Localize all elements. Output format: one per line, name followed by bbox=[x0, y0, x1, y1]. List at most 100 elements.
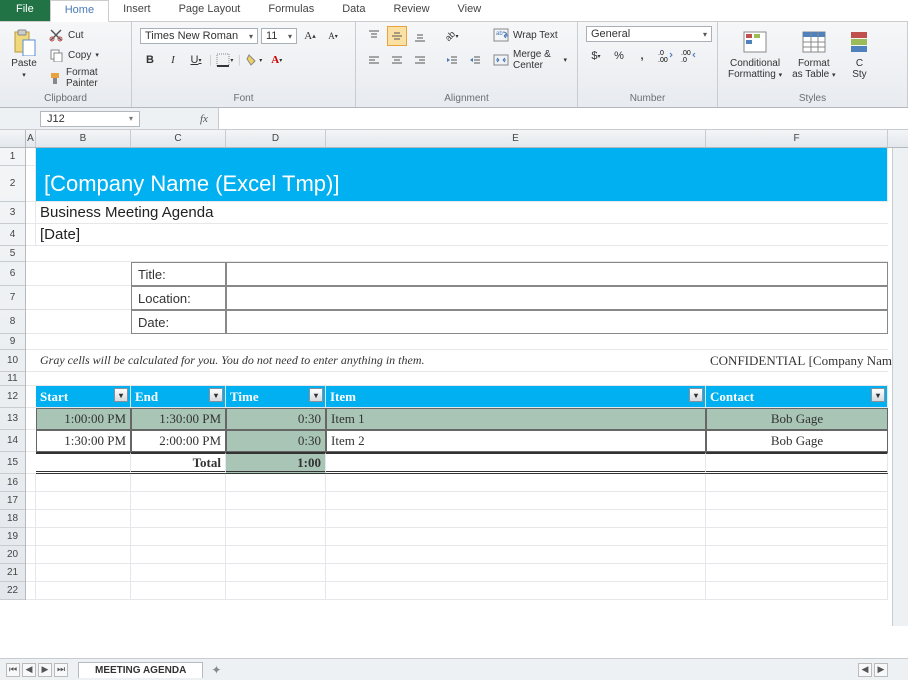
row-header-6[interactable]: 6 bbox=[0, 262, 25, 286]
cell-time-1[interactable]: 0:30 bbox=[226, 430, 326, 452]
bold-button[interactable]: B bbox=[140, 50, 160, 70]
table-header-end[interactable]: End▾ bbox=[131, 386, 226, 408]
increase-font-button[interactable]: A▴ bbox=[300, 26, 320, 46]
row-header-11[interactable]: 11 bbox=[0, 372, 25, 386]
location-label[interactable]: Location: bbox=[131, 286, 226, 310]
copy-button[interactable]: Copy ▾ bbox=[46, 46, 123, 64]
tab-review[interactable]: Review bbox=[379, 0, 443, 21]
align-left-button[interactable] bbox=[364, 50, 384, 70]
cell-styles-button[interactable]: CSty bbox=[843, 26, 875, 82]
horizontal-scrollbar[interactable]: ◀▶ bbox=[858, 663, 888, 677]
tab-page-layout[interactable]: Page Layout bbox=[165, 0, 255, 21]
row-header-9[interactable]: 9 bbox=[0, 334, 25, 350]
company-banner[interactable]: [Company Name (Excel Tmp)] bbox=[36, 166, 888, 202]
table-header-start[interactable]: Start▾ bbox=[36, 386, 131, 408]
decrease-decimal-button[interactable]: .00.0 bbox=[678, 46, 698, 66]
sheet-next-button[interactable]: ▶ bbox=[38, 663, 52, 677]
filter-button-time[interactable]: ▾ bbox=[309, 388, 323, 402]
cell-start-0[interactable]: 1:00:00 PM bbox=[36, 408, 131, 430]
sheet-tab-meeting-agenda[interactable]: MEETING AGENDA bbox=[78, 662, 203, 678]
decrease-font-button[interactable]: A▾ bbox=[323, 26, 343, 46]
row-header-20[interactable]: 20 bbox=[0, 546, 25, 564]
sheet-first-button[interactable]: ⏮ bbox=[6, 663, 20, 677]
number-format-dropdown[interactable]: General▾ bbox=[586, 26, 712, 42]
subtitle[interactable]: Business Meeting Agenda bbox=[36, 202, 888, 224]
spreadsheet-grid[interactable]: ABCDEF 123456789101112131415161718192021… bbox=[0, 130, 908, 648]
row-header-7[interactable]: 7 bbox=[0, 286, 25, 310]
sheet-prev-button[interactable]: ◀ bbox=[22, 663, 36, 677]
table-header-contact[interactable]: Contact▾ bbox=[706, 386, 888, 408]
cut-button[interactable]: Cut bbox=[46, 26, 123, 44]
sheet-last-button[interactable]: ⏭ bbox=[54, 663, 68, 677]
total-time[interactable]: 1:00 bbox=[226, 452, 326, 474]
row-header-17[interactable]: 17 bbox=[0, 492, 25, 510]
row-header-13[interactable]: 13 bbox=[0, 408, 25, 430]
select-all-corner[interactable] bbox=[0, 130, 26, 147]
font-color-button[interactable]: A▾ bbox=[267, 50, 287, 70]
row-header-15[interactable]: 15 bbox=[0, 452, 25, 474]
tab-file[interactable]: File bbox=[0, 0, 50, 21]
column-header-D[interactable]: D bbox=[226, 130, 326, 147]
align-bottom-button[interactable] bbox=[410, 26, 430, 46]
row-header-2[interactable]: 2 bbox=[0, 166, 25, 202]
align-center-button[interactable] bbox=[387, 50, 407, 70]
row-header-4[interactable]: 4 bbox=[0, 224, 25, 246]
confidential-text[interactable]: [Company Name (Excel Tmp)] CONFIDENTIAL bbox=[706, 350, 888, 372]
format-painter-button[interactable]: Format Painter bbox=[46, 66, 123, 90]
filter-button-start[interactable]: ▾ bbox=[114, 388, 128, 402]
row-header-21[interactable]: 21 bbox=[0, 564, 25, 582]
paste-button[interactable]: Paste ▾ bbox=[8, 26, 40, 82]
cell-end-0[interactable]: 1:30:00 PM bbox=[131, 408, 226, 430]
formula-bar[interactable] bbox=[218, 108, 908, 129]
date-value[interactable] bbox=[226, 310, 888, 334]
cell-start-1[interactable]: 1:30:00 PM bbox=[36, 430, 131, 452]
comma-button[interactable]: , bbox=[632, 46, 652, 66]
row-header-22[interactable]: 22 bbox=[0, 582, 25, 600]
row-header-18[interactable]: 18 bbox=[0, 510, 25, 528]
tab-data[interactable]: Data bbox=[328, 0, 379, 21]
table-header-time[interactable]: Time▾ bbox=[226, 386, 326, 408]
row-header-19[interactable]: 19 bbox=[0, 528, 25, 546]
conditional-formatting-button[interactable]: ConditionalFormatting ▾ bbox=[726, 26, 784, 82]
column-header-A[interactable]: A bbox=[26, 130, 36, 147]
fx-icon[interactable]: fx bbox=[200, 113, 208, 125]
gray-note[interactable]: Gray cells will be calculated for you. Y… bbox=[36, 350, 326, 372]
italic-button[interactable]: I bbox=[163, 50, 183, 70]
filter-button-end[interactable]: ▾ bbox=[209, 388, 223, 402]
filter-button-contact[interactable]: ▾ bbox=[871, 388, 885, 402]
wrap-text-button[interactable]: ab Wrap Text bbox=[491, 26, 569, 44]
row-header-16[interactable]: 16 bbox=[0, 474, 25, 492]
cell-item-0[interactable]: Item 1 bbox=[326, 408, 706, 430]
format-as-table-button[interactable]: Formatas Table ▾ bbox=[790, 26, 837, 82]
fill-color-button[interactable]: ▾ bbox=[244, 50, 264, 70]
banner-top[interactable] bbox=[36, 148, 888, 166]
merge-center-button[interactable]: Merge & Center ▾ bbox=[491, 48, 569, 72]
column-header-F[interactable]: F bbox=[706, 130, 888, 147]
cell-end-1[interactable]: 2:00:00 PM bbox=[131, 430, 226, 452]
cell-time-0[interactable]: 0:30 bbox=[226, 408, 326, 430]
underline-button[interactable]: U▾ bbox=[186, 50, 206, 70]
border-button[interactable]: ▾ bbox=[215, 50, 235, 70]
cell-contact-0[interactable]: Bob Gage bbox=[706, 408, 888, 430]
title-label[interactable]: Title: bbox=[131, 262, 226, 286]
tab-formulas[interactable]: Formulas bbox=[254, 0, 328, 21]
percent-button[interactable]: % bbox=[609, 46, 629, 66]
vertical-scrollbar[interactable] bbox=[892, 130, 908, 626]
insert-sheet-button[interactable]: ✦ bbox=[211, 663, 221, 677]
cell-contact-1[interactable]: Bob Gage bbox=[706, 430, 888, 452]
column-header-B[interactable]: B bbox=[36, 130, 131, 147]
align-top-button[interactable] bbox=[364, 26, 384, 46]
currency-button[interactable]: $▾ bbox=[586, 46, 606, 66]
row-header-10[interactable]: 10 bbox=[0, 350, 25, 372]
tab-insert[interactable]: Insert bbox=[109, 0, 165, 21]
align-middle-button[interactable] bbox=[387, 26, 407, 46]
font-size-dropdown[interactable]: 11▾ bbox=[261, 28, 297, 44]
total-label[interactable]: Total bbox=[131, 452, 226, 474]
row-header-5[interactable]: 5 bbox=[0, 246, 25, 262]
name-box[interactable]: J12▾ bbox=[40, 111, 140, 127]
row-header-1[interactable]: 1 bbox=[0, 148, 25, 166]
align-right-button[interactable] bbox=[410, 50, 430, 70]
location-value[interactable] bbox=[226, 286, 888, 310]
date-placeholder[interactable]: [Date] bbox=[36, 224, 888, 246]
cells-area[interactable]: [Company Name (Excel Tmp)]Business Meeti… bbox=[26, 148, 908, 648]
